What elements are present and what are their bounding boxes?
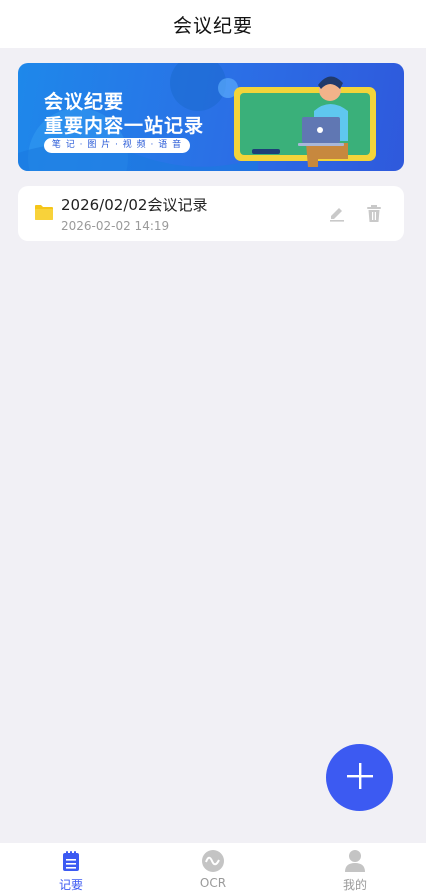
record-timestamp: 2026-02-02 14:19 xyxy=(61,219,170,233)
tab-ocr-label: OCR xyxy=(199,876,227,890)
ocr-icon xyxy=(200,849,226,873)
banner-headline: 会议纪要 xyxy=(44,91,125,113)
folder-icon xyxy=(34,204,54,225)
tab-profile[interactable]: 我的 xyxy=(284,843,426,893)
trash-icon[interactable] xyxy=(365,204,383,227)
tab-notes[interactable]: 记要 xyxy=(0,843,142,893)
plus-icon xyxy=(345,761,375,795)
list-item[interactable]: 2026/02/02会议记录 2026-02-02 14:19 xyxy=(18,186,404,241)
promo-banner[interactable]: 会议纪要 重要内容一站记录 笔 记 · 图 片 · 视 频 · 语 音 xyxy=(18,63,404,171)
record-title: 2026/02/02会议记录 xyxy=(61,196,208,214)
user-icon xyxy=(342,849,368,873)
tab-ocr[interactable]: OCR xyxy=(142,843,284,893)
notes-icon xyxy=(58,849,84,873)
add-record-button[interactable] xyxy=(326,744,393,811)
banner-tagline: 笔 记 · 图 片 · 视 频 · 语 音 xyxy=(44,138,190,153)
page-title: 会议纪要 xyxy=(172,14,253,37)
tab-profile-label: 我的 xyxy=(342,878,367,892)
app-header: 会议纪要 xyxy=(0,0,426,48)
tab-notes-label: 记要 xyxy=(58,878,83,892)
edit-icon[interactable] xyxy=(328,204,346,226)
bottom-tab-bar: 记要 OCR 我的 xyxy=(0,843,426,893)
banner-subheadline: 重要内容一站记录 xyxy=(44,115,205,137)
